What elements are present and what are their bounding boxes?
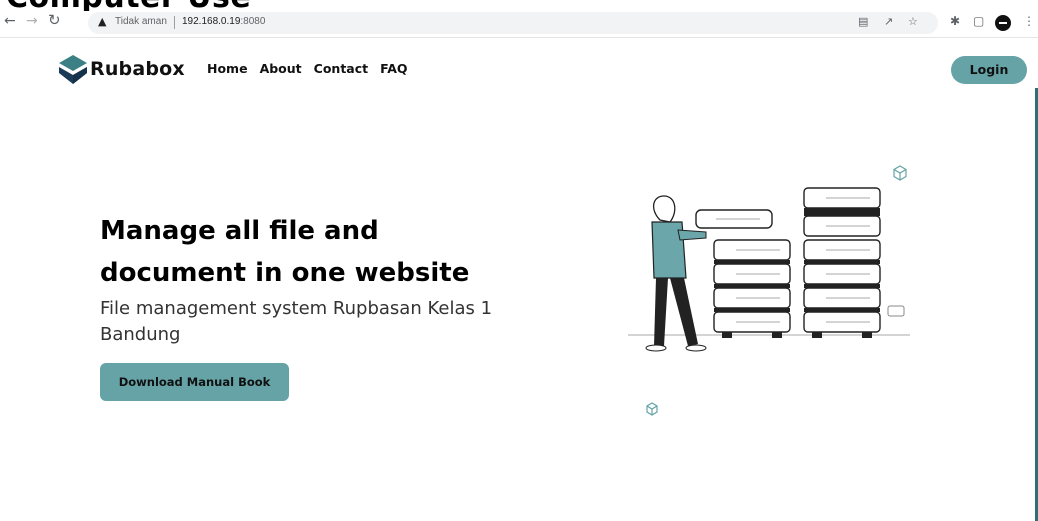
nav-link-contact[interactable]: Contact [314,61,368,76]
browser-divider [0,37,1038,38]
url-text[interactable]: 192.168.0.19:8080 [182,16,265,27]
security-status[interactable]: Tidak aman [115,16,167,27]
arrow-left-icon[interactable]: ← [4,13,16,29]
omnibox-divider [174,16,175,29]
brand-name[interactable]: Rubabox [90,58,185,80]
hero-subtitle: File management system Rupbasan Kelas 1 … [100,298,493,345]
login-button[interactable]: Login [951,56,1027,84]
reload-icon[interactable]: ↻ [48,11,61,29]
puzzle-icon[interactable]: ✱ [950,14,960,28]
warning-icon[interactable]: ▲ [98,15,106,28]
nav-link-home[interactable]: Home [207,61,248,76]
kebab-menu-icon[interactable]: ⋮ [1023,14,1035,28]
cube-icon [646,402,658,416]
translate-icon[interactable]: ▤ [858,15,868,28]
avatar-icon[interactable] [995,15,1011,31]
address-bar[interactable]: ▲ Tidak aman 192.168.0.19:8080 ▤ ↗ ☆ [88,12,938,34]
sidebar-icon[interactable]: ▢ [973,14,984,28]
hero-title: Manage all file and document in one webs… [100,210,620,294]
star-icon[interactable]: ☆ [908,15,918,28]
server-illustration [628,165,910,416]
share-icon[interactable]: ↗ [884,15,893,28]
browser-toolbar: ← → ↻ ▲ Tidak aman 192.168.0.19:8080 ▤ ↗… [0,11,1038,35]
main-nav: Home About Contact FAQ [207,61,408,76]
download-manual-button[interactable]: Download Manual Book [100,363,289,401]
cube-icon [893,165,907,181]
box-logo-icon[interactable] [56,53,90,87]
hero-title-line1: Manage all file and [100,216,379,246]
nav-link-faq[interactable]: FAQ [380,61,407,76]
arrow-right-icon[interactable]: → [26,13,38,29]
nav-link-about[interactable]: About [260,61,302,76]
hero-title-line2: document in one website [100,258,470,288]
